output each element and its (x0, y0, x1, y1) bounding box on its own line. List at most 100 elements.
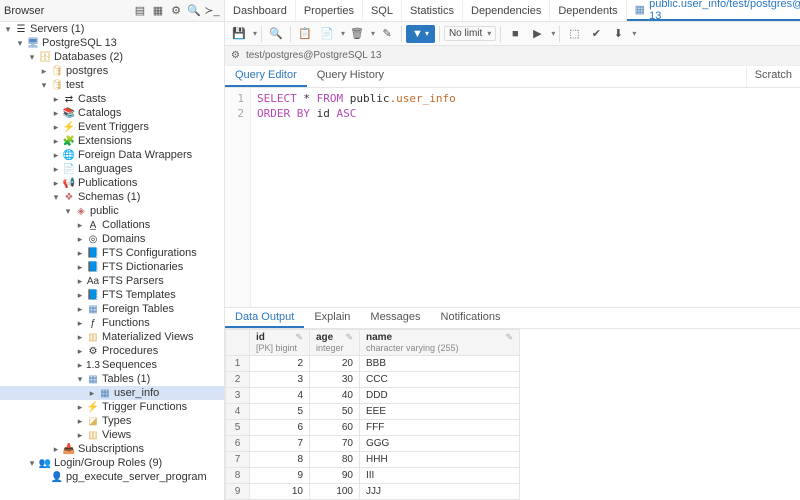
cell-name[interactable]: BBB (360, 356, 520, 372)
tree-fdw[interactable]: ▸🌐Foreign Data Wrappers (0, 148, 224, 162)
tree-ftstmpl[interactable]: ▸📘FTS Templates (0, 288, 224, 302)
tree-extensions[interactable]: ▸🧩Extensions (0, 134, 224, 148)
cell-age[interactable]: 70 (310, 436, 360, 452)
tab-statistics[interactable]: Statistics (402, 0, 463, 21)
row-number[interactable]: 8 (226, 468, 250, 484)
tree-ftspars[interactable]: ▸AaFTS Parsers (0, 274, 224, 288)
tree-subscriptions[interactable]: ▸📥Subscriptions (0, 442, 224, 456)
col-id[interactable]: ✎id[PK] bigint (250, 330, 310, 356)
cell-name[interactable]: III (360, 468, 520, 484)
tab-dependencies[interactable]: Dependencies (463, 0, 550, 21)
tab-properties[interactable]: Properties (296, 0, 363, 21)
cell-id[interactable]: 7 (250, 436, 310, 452)
result-grid[interactable]: ✎id[PK] bigint ✎ageinteger ✎namecharacte… (225, 329, 800, 500)
cell-age[interactable]: 30 (310, 372, 360, 388)
tree-event-triggers[interactable]: ▸⚡Event Triggers (0, 120, 224, 134)
tree-trigger-fns[interactable]: ▸⚡Trigger Functions (0, 400, 224, 414)
tree-ftsdict[interactable]: ▸📘FTS Dictionaries (0, 260, 224, 274)
tree-collations[interactable]: ▸A̲Collations (0, 218, 224, 232)
cell-age[interactable]: 100 (310, 484, 360, 500)
row-number[interactable]: 4 (226, 404, 250, 420)
cell-age[interactable]: 20 (310, 356, 360, 372)
tree-publications[interactable]: ▸📢Publications (0, 176, 224, 190)
tab-query-editor[interactable]: Query Editor (225, 66, 307, 87)
explain-button[interactable]: ⬚ (564, 24, 584, 44)
cell-name[interactable]: FFF (360, 420, 520, 436)
tree-schemas[interactable]: ▾❖Schemas (1) (0, 190, 224, 204)
edit-button[interactable]: ✎ (377, 24, 397, 44)
tab-query-active[interactable]: ▦public.user_info/test/postgres@PostgreS… (627, 0, 800, 21)
tree-sequences[interactable]: ▸1.3Sequences (0, 358, 224, 372)
download-button[interactable]: ⬇ (608, 24, 628, 44)
row-number[interactable]: 6 (226, 436, 250, 452)
tree-views[interactable]: ▸▥Views (0, 428, 224, 442)
cell-id[interactable]: 6 (250, 420, 310, 436)
tool-icon[interactable]: ⚙ (168, 3, 184, 19)
table-row[interactable]: 910100JJJ (226, 484, 520, 500)
table-row[interactable]: 5660FFF (226, 420, 520, 436)
paste-button[interactable]: 📄 (317, 24, 337, 44)
cell-name[interactable]: DDD (360, 388, 520, 404)
edit-col-icon[interactable]: ✎ (345, 332, 353, 343)
edit-col-icon[interactable]: ✎ (295, 332, 303, 343)
col-age[interactable]: ✎ageinteger (310, 330, 360, 356)
cell-id[interactable]: 2 (250, 356, 310, 372)
tab-messages[interactable]: Messages (360, 308, 430, 328)
row-number[interactable]: 9 (226, 484, 250, 500)
props-icon[interactable]: ▤ (132, 3, 148, 19)
tree-functions[interactable]: ▸ƒFunctions (0, 316, 224, 330)
cell-id[interactable]: 10 (250, 484, 310, 500)
delete-button[interactable]: 🗑 (347, 24, 367, 44)
tab-explain[interactable]: Explain (304, 308, 360, 328)
stop-button[interactable]: ■ (505, 24, 525, 44)
cell-age[interactable]: 90 (310, 468, 360, 484)
cell-id[interactable]: 3 (250, 372, 310, 388)
tab-data-output[interactable]: Data Output (225, 308, 304, 328)
tree-servers[interactable]: ▾☰Servers (1) (0, 22, 224, 36)
save-button[interactable]: 💾 (229, 24, 249, 44)
edit-col-icon[interactable]: ✎ (505, 332, 513, 343)
tree-login-roles[interactable]: ▾👥Login/Group Roles (9) (0, 456, 224, 470)
tree-databases[interactable]: ▾🗄Databases (2) (0, 50, 224, 64)
row-number[interactable]: 7 (226, 452, 250, 468)
table-row[interactable]: 2330CCC (226, 372, 520, 388)
search-icon[interactable]: 🔍 (186, 3, 202, 19)
tree-domains[interactable]: ▸◎Domains (0, 232, 224, 246)
tree-db-test[interactable]: ▾🛢test (0, 78, 224, 92)
corner-cell[interactable] (226, 330, 250, 356)
limit-select[interactable]: No limit▾ (444, 26, 496, 41)
cell-id[interactable]: 4 (250, 388, 310, 404)
cell-age[interactable]: 40 (310, 388, 360, 404)
table-row[interactable]: 3440DDD (226, 388, 520, 404)
table-row[interactable]: 1220BBB (226, 356, 520, 372)
search-button[interactable]: 🔍 (266, 24, 286, 44)
table-row[interactable]: 7880HHH (226, 452, 520, 468)
object-tree[interactable]: ▾☰Servers (1) ▾🖥PostgreSQL 13 ▾🗄Database… (0, 22, 225, 500)
grid-icon[interactable]: ▦ (150, 3, 166, 19)
tab-dependents[interactable]: Dependents (550, 0, 626, 21)
row-number[interactable]: 3 (226, 388, 250, 404)
cell-id[interactable]: 5 (250, 404, 310, 420)
tree-ftsconf[interactable]: ▸📘FTS Configurations (0, 246, 224, 260)
tree-catalogs[interactable]: ▸📚Catalogs (0, 106, 224, 120)
sql-editor[interactable]: 12 SELECT * FROM public.user_info ORDER … (225, 88, 800, 307)
tree-languages[interactable]: ▸📄Languages (0, 162, 224, 176)
tree-schema-public[interactable]: ▾◈public (0, 204, 224, 218)
cell-age[interactable]: 50 (310, 404, 360, 420)
cell-name[interactable]: EEE (360, 404, 520, 420)
filter-button[interactable]: ▼ ▾ (406, 25, 435, 43)
tab-sql[interactable]: SQL (363, 0, 402, 21)
tab-notifications[interactable]: Notifications (431, 308, 511, 328)
table-row[interactable]: 4550EEE (226, 404, 520, 420)
tab-scratch[interactable]: Scratch (746, 66, 800, 87)
cell-age[interactable]: 60 (310, 420, 360, 436)
tree-db-postgres[interactable]: ▸🛢postgres (0, 64, 224, 78)
terminal-icon[interactable]: ≻_ (204, 3, 220, 19)
table-row[interactable]: 6770GGG (226, 436, 520, 452)
tree-role[interactable]: 👤pg_execute_server_program (0, 470, 224, 484)
cell-name[interactable]: JJJ (360, 484, 520, 500)
tree-matviews[interactable]: ▸▥Materialized Views (0, 330, 224, 344)
row-number[interactable]: 5 (226, 420, 250, 436)
table-row[interactable]: 8990III (226, 468, 520, 484)
cell-name[interactable]: CCC (360, 372, 520, 388)
